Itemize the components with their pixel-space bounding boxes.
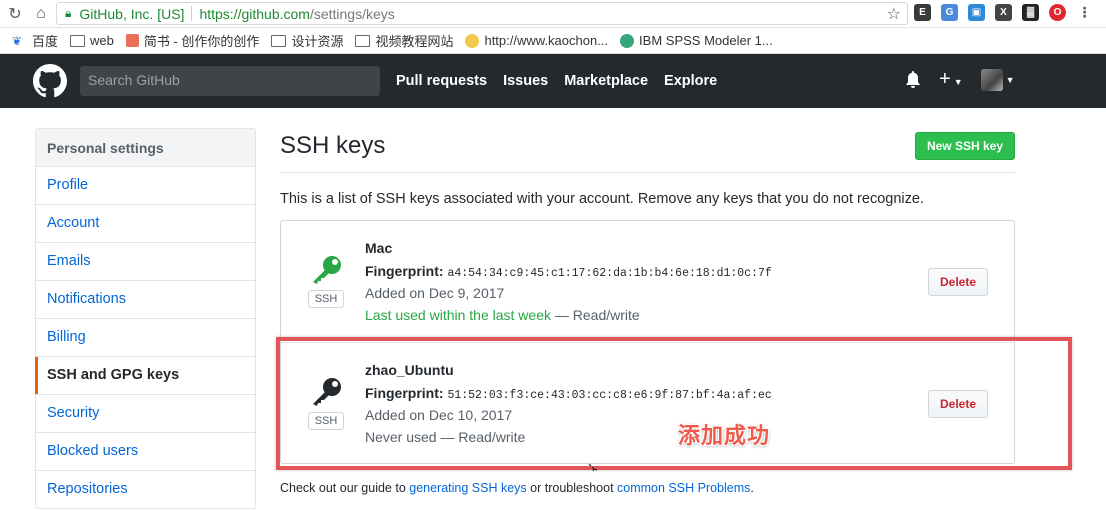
- page-title: SSH keys: [280, 132, 386, 159]
- key-last-used: Last used within the last week: [365, 307, 551, 323]
- nav-marketplace[interactable]: Marketplace: [564, 73, 648, 89]
- key-usage: Last used within the last week — Read/wr…: [365, 307, 640, 323]
- delete-key-button[interactable]: Delete: [928, 268, 988, 296]
- nav-explore[interactable]: Explore: [664, 73, 717, 89]
- header-nav: Pull requests Issues Marketplace Explore: [396, 73, 717, 89]
- menu-icon[interactable]: ⋮: [1076, 4, 1093, 21]
- search-input[interactable]: Search GitHub: [80, 66, 380, 96]
- folder-icon: [271, 34, 287, 47]
- ssh-badge: SSH: [308, 290, 344, 308]
- chevron-down-icon: ▼: [953, 76, 963, 87]
- evernote-icon[interactable]: E: [914, 4, 931, 21]
- sidebar-item-blocked-users[interactable]: Blocked users: [36, 433, 255, 471]
- folder-icon: [70, 34, 86, 47]
- create-new-menu[interactable]: + ▼: [939, 69, 963, 91]
- generating-ssh-keys-link[interactable]: generating SSH keys: [409, 481, 526, 495]
- browser-toolbar: ↻ ⌂ 🔒︎ GitHub, Inc. [US] https://github.…: [0, 0, 1106, 28]
- site-identity: GitHub, Inc. [US]: [79, 5, 185, 22]
- url-host: https://github.com: [199, 5, 310, 22]
- annotation-text: 添加成功: [678, 423, 771, 448]
- translate-icon[interactable]: G: [941, 4, 958, 21]
- sidebar-item-account[interactable]: Account: [36, 205, 255, 243]
- github-logo-icon[interactable]: [33, 64, 67, 98]
- key-icon: [313, 256, 341, 284]
- bookmark-web[interactable]: web: [70, 33, 114, 48]
- bookmark-baidu[interactable]: ❦ 百度: [12, 31, 58, 50]
- x-extension-icon[interactable]: X: [995, 4, 1012, 21]
- chevron-down-icon: ▼: [1005, 75, 1015, 85]
- new-ssh-key-button[interactable]: New SSH key: [915, 132, 1015, 160]
- bookmark-video-tutorials[interactable]: 视频教程网站: [355, 31, 453, 50]
- sidebar-item-billing[interactable]: Billing: [36, 319, 255, 357]
- bookmark-spss[interactable]: IBM SPSS Modeler 1...: [620, 33, 773, 48]
- sidebar-item-security[interactable]: Security: [36, 395, 255, 433]
- sidebar-item-notifications[interactable]: Notifications: [36, 281, 255, 319]
- bell-icon[interactable]: [905, 71, 921, 89]
- sidebar-item-emails[interactable]: Emails: [36, 243, 255, 281]
- key-access: — Read/write: [551, 307, 640, 323]
- mouse-cursor-icon: [588, 463, 598, 472]
- smiley-icon: [465, 33, 480, 48]
- sidebar-item-ssh-gpg-keys[interactable]: SSH and GPG keys: [35, 357, 255, 395]
- github-header: Search GitHub Pull requests Issues Marke…: [0, 54, 1106, 108]
- bookmark-star-icon[interactable]: ☆: [887, 4, 901, 24]
- intro-text: This is a list of SSH keys associated wi…: [280, 191, 924, 207]
- lock-icon: 🔒︎: [65, 6, 72, 20]
- qr-code-icon[interactable]: ▓: [1022, 4, 1039, 21]
- divider: [280, 172, 1015, 173]
- bookmark-kaochong[interactable]: http://www.kaochon...: [465, 33, 608, 48]
- jianshu-icon: [125, 34, 139, 47]
- settings-sidebar: Personal settings Profile Account Emails…: [35, 128, 256, 509]
- header-right: + ▼ ▼: [905, 69, 1015, 91]
- highlight-box: [276, 337, 1072, 470]
- user-menu[interactable]: ▼: [980, 69, 1015, 91]
- bookmarks-bar: ❦ 百度 web 简书 - 创作你的创作 设计资源 视频教程网站 http://…: [0, 28, 1106, 54]
- bookmark-jianshu[interactable]: 简书 - 创作你的创作: [125, 31, 259, 50]
- nav-pull-requests[interactable]: Pull requests: [396, 73, 487, 89]
- nav-issues[interactable]: Issues: [503, 73, 548, 89]
- chat-extension-icon[interactable]: ▣: [968, 4, 985, 21]
- baidu-icon: ❦: [12, 33, 23, 48]
- sidebar-heading: Personal settings: [36, 129, 255, 167]
- address-bar[interactable]: 🔒︎ GitHub, Inc. [US] https://github.com /…: [56, 2, 908, 25]
- home-icon[interactable]: ⌂: [30, 3, 52, 25]
- avatar: [980, 69, 1003, 91]
- opera-icon[interactable]: O: [1049, 4, 1066, 21]
- help-text: Check out our guide to generating SSH ke…: [280, 481, 754, 495]
- sidebar-item-repositories[interactable]: Repositories: [36, 471, 255, 509]
- extension-icons: E G ▣ X ▓ O ⋮: [914, 4, 1093, 21]
- spss-icon: [620, 33, 635, 48]
- key-fingerprint: Fingerprint: a4:54:34:c9:45:c1:17:62:da:…: [365, 263, 772, 280]
- common-ssh-problems-link[interactable]: common SSH Problems: [617, 481, 750, 495]
- key-added-date: Added on Dec 9, 2017: [365, 285, 505, 301]
- bookmark-design-resources[interactable]: 设计资源: [271, 31, 343, 50]
- folder-icon: [355, 34, 371, 47]
- url-path: /settings/keys: [309, 5, 395, 22]
- sidebar-item-profile[interactable]: Profile: [36, 167, 255, 205]
- reload-icon[interactable]: ↻: [4, 3, 26, 25]
- ssh-key-item: SSH Mac Fingerprint: a4:54:34:c9:45:c1:1…: [281, 221, 1014, 342]
- key-name: Mac: [365, 240, 393, 256]
